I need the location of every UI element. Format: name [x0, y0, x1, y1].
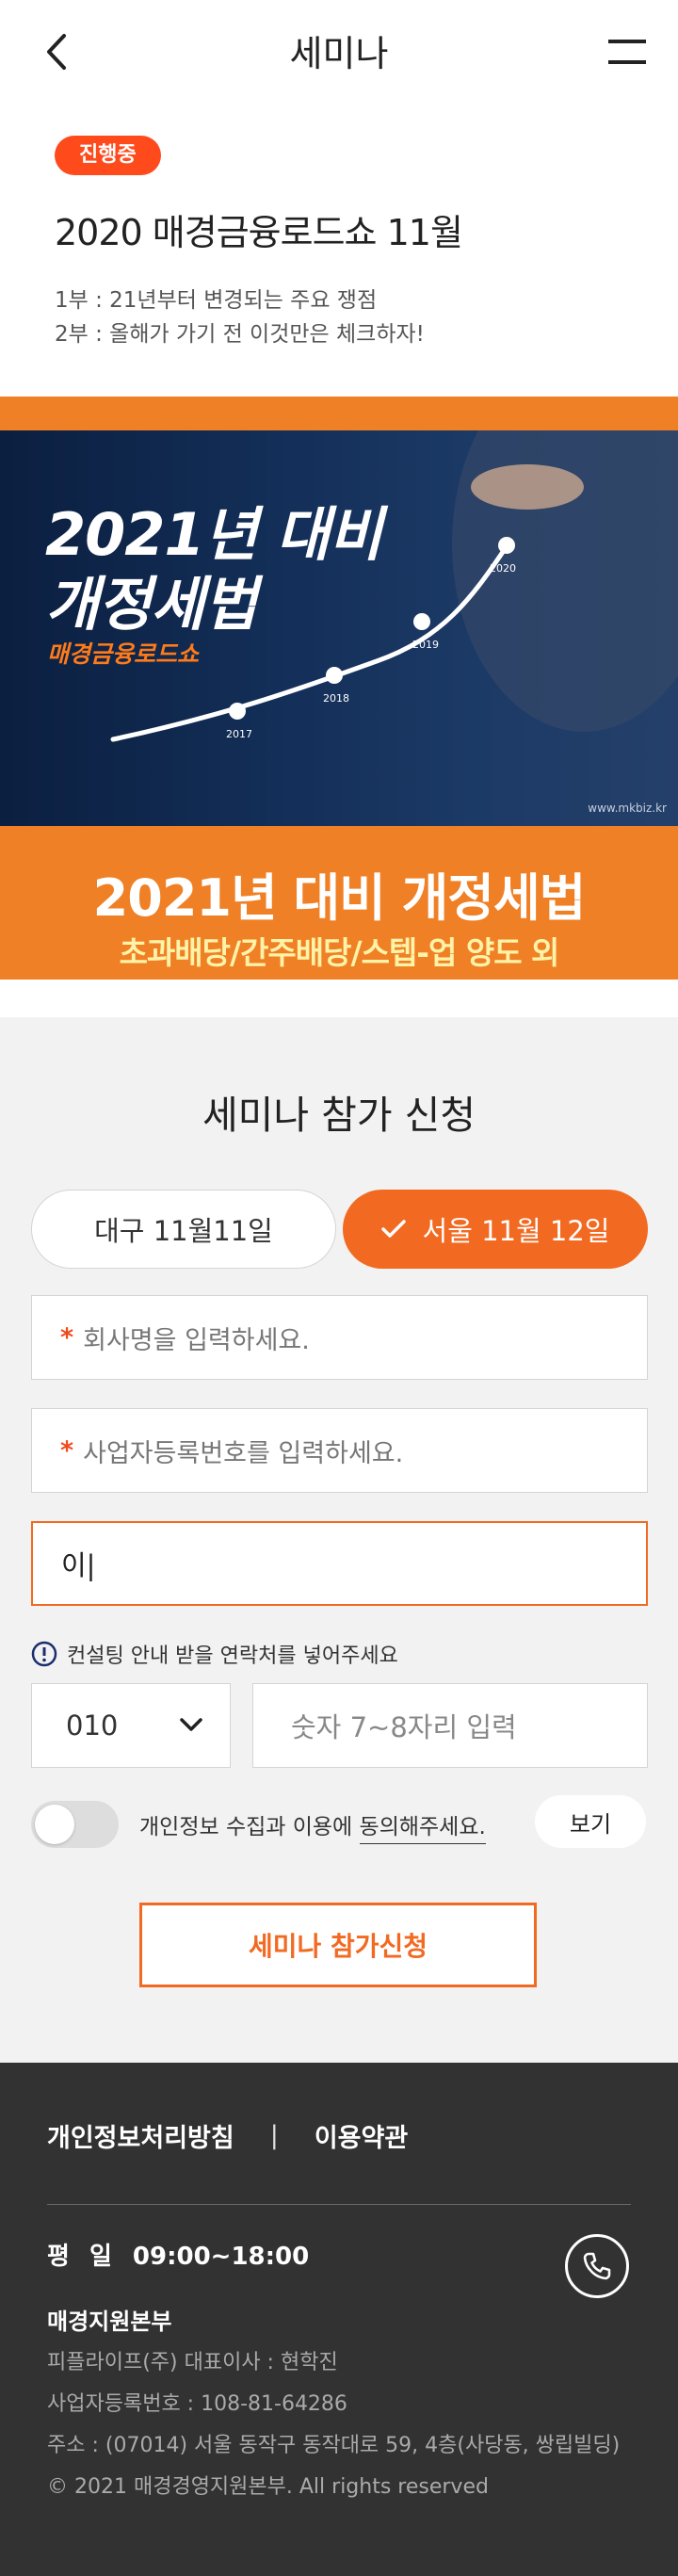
session-line: 1부 : 21년부터 변경되는 주요 쟁점	[55, 288, 378, 313]
privacy-policy-link[interactable]: 개인정보처리방침	[47, 2117, 234, 2154]
footer-divider	[47, 2204, 631, 2205]
bizno-placeholder: 사업자등록번호를 입력하세요.	[83, 1438, 404, 1468]
tab-label: 서울 11월 12일	[422, 1215, 610, 1247]
phone-number-input[interactable]: 숫자 7~8자리 입력	[252, 1683, 648, 1768]
consent-link[interactable]: 동의해주세요.	[359, 1815, 486, 1844]
year-label-2018: 2018	[323, 692, 349, 705]
hours-value: 09:00~18:00	[132, 2243, 310, 2271]
consent-text: 개인정보 수집과 이용에 동의해주세요.	[139, 1808, 486, 1844]
year-label-2020: 2020	[490, 562, 516, 575]
name-input[interactable]: 이|	[31, 1521, 648, 1606]
org-name: 매경지원본부	[47, 2309, 172, 2335]
business-hours: 평 일 09:00~18:00	[47, 2237, 309, 2272]
consent-toggle[interactable]	[31, 1801, 119, 1848]
contact-notice: 컨설팅 안내 받을 연락처를 넣어주세요	[31, 1639, 398, 1669]
page-title: 세미나	[289, 33, 389, 74]
required-mark: *	[60, 1322, 74, 1353]
year-label-2017: 2017	[226, 728, 252, 740]
banner-url: www.mkbiz.kr	[588, 802, 667, 815]
name-value: 이|	[61, 1549, 96, 1581]
tab-daegu[interactable]: 대구 11월11일	[31, 1190, 336, 1269]
footer-separator: |	[269, 2121, 279, 2150]
registration-form: 세미나 참가 신청 대구 11월11일 서울 11월 12일 * 회사명을 입력…	[0, 1017, 678, 2063]
year-label-2019: 2019	[412, 639, 439, 651]
footer: 개인정보처리방침 | 이용약관 평 일 09:00~18:00 매경지원본부 피플…	[0, 2063, 678, 2576]
session-line: 2부 : 올해가 가기 전 이것만은 체크하자!	[55, 322, 425, 347]
notice-text: 컨설팅 안내 받을 연락처를 넣어주세요	[67, 1644, 398, 1668]
check-icon	[380, 1220, 406, 1238]
status-badge: 진행중	[55, 136, 161, 175]
seminar-banner: 2017 2018 2019 2020 2021년 대비 개정세법 매경금융로드…	[0, 397, 678, 1004]
business-registration: 사업자등록번호 : 108-81-64286	[47, 2392, 347, 2416]
copyright: © 2021 매경경영지원본부. All rights reserved	[47, 2475, 489, 2499]
terms-link[interactable]: 이용약관	[315, 2117, 408, 2154]
menu-icon[interactable]	[606, 36, 648, 68]
hours-label: 평 일	[47, 2243, 118, 2271]
business-number-input[interactable]: * 사업자등록번호를 입력하세요.	[31, 1408, 648, 1493]
phone-prefix-value: 010	[66, 1709, 119, 1742]
info-icon	[31, 1641, 57, 1667]
banner-heading-line2: 개정세법	[45, 570, 257, 639]
banner-subheading: 매경금융로드쇼	[47, 640, 200, 668]
consent-prefix: 개인정보 수집과 이용에	[139, 1815, 360, 1839]
required-mark: *	[60, 1435, 74, 1466]
event-title: 2020 매경금융로드쇼 11월	[55, 212, 463, 253]
banner-image: 2017 2018 2019 2020 2021년 대비 개정세법 매경금융로드…	[0, 430, 678, 826]
banner-headline: 2021년 대비 개정세법	[92, 868, 587, 928]
company-name-input[interactable]: * 회사명을 입력하세요.	[31, 1295, 648, 1380]
toggle-knob	[35, 1805, 74, 1844]
footer-links: 개인정보처리방침 | 이용약관	[47, 2117, 408, 2154]
company-placeholder: 회사명을 입력하세요.	[83, 1325, 310, 1355]
submit-button[interactable]: 세미나 참가신청	[139, 1903, 537, 1987]
banner-caption: CEO라면 반드시 알아야 할 필수 개정세법, 매경로드쇼를 통해 알아보세요	[107, 986, 571, 1004]
form-title: 세미나 참가 신청	[202, 1093, 476, 1138]
chevron-down-icon	[180, 1718, 202, 1731]
banner-topics: 초과배당/간주배당/스텝-업 양도 외	[119, 934, 560, 971]
phone-placeholder: 숫자 7~8자리 입력	[291, 1711, 517, 1743]
app-header: 세미나	[0, 0, 678, 104]
call-button[interactable]	[565, 2234, 629, 2298]
phone-icon	[583, 2252, 611, 2280]
company-info: 피플라이프(주) 대표이사 : 현학진	[47, 2351, 338, 2374]
tab-label: 대구 11월11일	[94, 1215, 273, 1247]
tab-seoul[interactable]: 서울 11월 12일	[343, 1190, 648, 1269]
address: 주소 : (07014) 서울 동작구 동작대로 59, 4층(사당동, 쌍립빌…	[47, 2434, 621, 2457]
phone-prefix-select[interactable]: 010	[31, 1683, 231, 1768]
view-terms-button[interactable]: 보기	[535, 1795, 646, 1848]
